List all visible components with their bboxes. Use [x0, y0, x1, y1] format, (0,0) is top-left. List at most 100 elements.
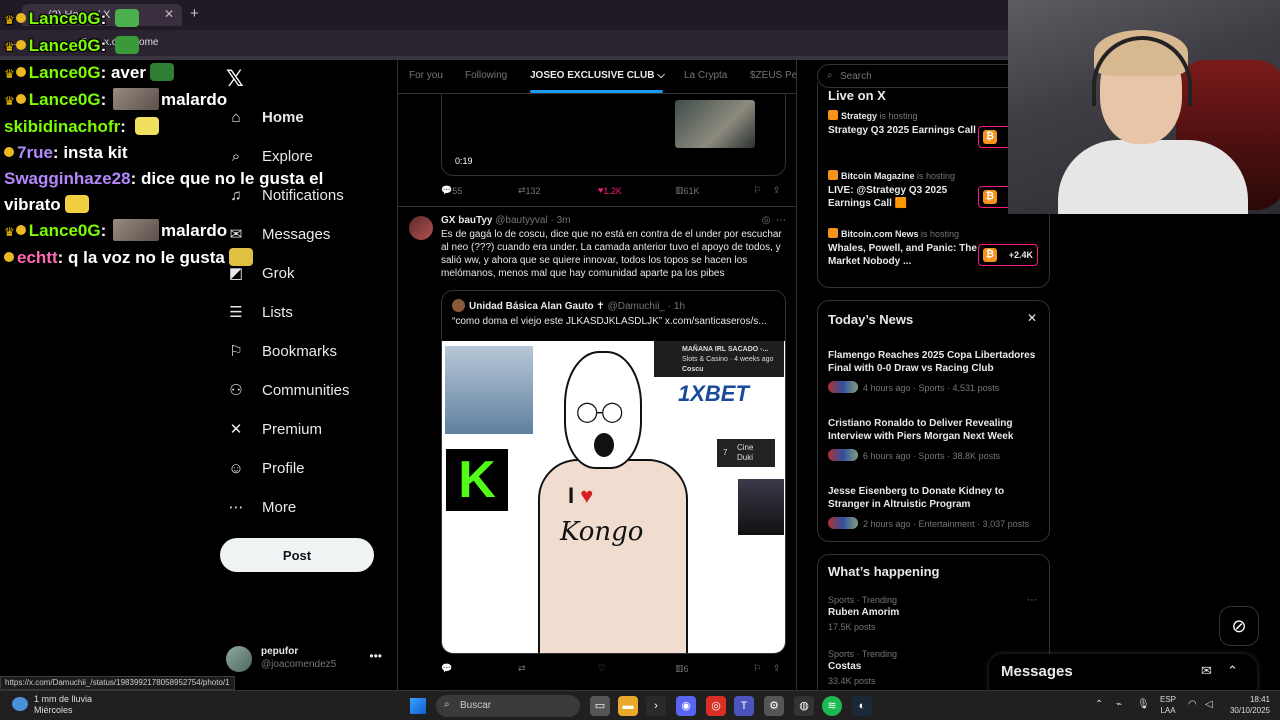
crown-badge-icon: ♛ — [4, 225, 15, 239]
todays-news-card: Today’s News ✕ Flamengo Reaches 2025 Cop… — [817, 300, 1050, 542]
discord-icon[interactable]: ◉ — [676, 696, 696, 716]
more-icon[interactable]: ⋯ — [1027, 595, 1037, 606]
chat-username: Lance0G — [28, 36, 101, 55]
chrome-icon[interactable]: ◎ — [706, 696, 726, 716]
file-explorer-icon[interactable]: ▬ — [618, 696, 638, 716]
chevron-up-icon[interactable]: ⌃ — [1227, 663, 1238, 679]
views-count: 61K — [683, 186, 700, 196]
sub-badge-icon — [15, 13, 26, 23]
news-item-title: Cristiano Ronaldo to Deliver Revealing I… — [828, 418, 1014, 442]
obs-icon[interactable]: ◍ — [794, 696, 814, 716]
tweet-author[interactable]: GX bauTyy — [441, 215, 493, 226]
tweet-time[interactable]: · 3m — [550, 215, 570, 226]
grok-icon: ⊘ — [1231, 616, 1247, 636]
chat-username: echtt — [17, 248, 58, 267]
like-icon[interactable]: ♡ — [598, 663, 606, 674]
spotify-icon[interactable]: ≋ — [822, 696, 842, 716]
chat-message: 7rue: insta kit — [0, 140, 330, 166]
clock[interactable]: 18:41 30/10/2025 — [1222, 694, 1270, 716]
meme-glasses: ◯-◯ — [576, 401, 623, 423]
chat-message: ♛ Lance0G: — [0, 6, 330, 33]
repost-button[interactable]: ⇄ 132 — [518, 185, 541, 196]
bookmark-icon[interactable]: ⚐ — [753, 185, 761, 196]
taskbar-search[interactable]: ⌕ Buscar — [436, 695, 580, 717]
cine-number: 7 — [723, 448, 728, 457]
repost-count: 132 — [525, 186, 541, 196]
chat-username: Lance0G — [28, 63, 101, 82]
grok-icon[interactable]: ◎ — [762, 215, 771, 226]
language-indicator[interactable]: ESP LAA — [1160, 694, 1176, 716]
windows-start-icon[interactable] — [410, 698, 426, 714]
views-button[interactable]: ▥ 61K — [675, 185, 700, 196]
chat-message: echtt: q la voz no le gusta — [0, 245, 330, 271]
tab-zeus[interactable]: $ZEUS Pe — [750, 70, 796, 81]
task-view-icon[interactable]: ▭ — [590, 696, 610, 716]
stream-chat-overlay: ♛ Lance0G: ♛ Lance0G: ♛ Lance0G: aver ♛ Lance… — [0, 6, 330, 271]
premium-icon: ✕ — [229, 421, 243, 438]
clock-time: 18:41 — [1249, 695, 1270, 704]
news-avatars — [828, 381, 858, 393]
quoted-tweet[interactable]: Unidad Básica Alan Gauto ✝ @Damuchii_ · … — [441, 290, 786, 654]
sidebar-item-more[interactable]: ⋯ More — [226, 492, 297, 522]
account-switcher[interactable]: pepufor @joacomendez5 ••• — [226, 644, 386, 674]
steam-icon[interactable]: ◐ — [852, 696, 872, 716]
quote-handle: @Damuchii_ — [607, 301, 665, 312]
tab-following[interactable]: Following — [465, 70, 507, 81]
chat-text: insta kit — [63, 143, 128, 162]
new-message-icon[interactable]: ✉ — [1201, 663, 1212, 679]
views-button[interactable]: ▥ 6 — [675, 663, 689, 674]
crown-badge-icon: ♛ — [4, 13, 15, 27]
news-meta-text: 2 hours ago · Entertainment · 3,037 post… — [863, 519, 1030, 529]
like-button[interactable]: ♥ 1.2K — [598, 185, 622, 196]
sidebar-item-lists[interactable]: ☰ Lists — [226, 297, 293, 327]
tray-mic-icon[interactable]: 🎙 — [1137, 699, 1150, 710]
chat-emote-icon — [149, 63, 174, 81]
sidebar-item-profile[interactable]: ☺ Profile — [226, 453, 304, 483]
reply-icon[interactable]: 💬 — [441, 663, 452, 674]
share-icon[interactable]: ⇪ — [773, 663, 781, 674]
tray-volume-icon[interactable]: ◁ — [1205, 699, 1213, 710]
more-icon[interactable]: ⋯ — [776, 215, 786, 226]
tweet-menu: ◎ ⋯ — [762, 215, 786, 226]
grok-button[interactable]: ⊘ — [1219, 606, 1259, 646]
tab-la-crypta[interactable]: La Crypta — [684, 70, 727, 81]
settings-icon[interactable]: ⚙ — [764, 696, 784, 716]
sidebar-item-communities[interactable]: ⚇ Communities — [226, 375, 349, 405]
chat-message: ♛ Lance0G: malardo — [4, 219, 228, 241]
profile-name: pepufor — [261, 646, 299, 657]
sidebar-item-premium[interactable]: ✕ Premium — [226, 414, 322, 444]
avatar[interactable] — [409, 216, 433, 240]
post-button[interactable]: Post — [220, 538, 374, 572]
tweet-text: Es de gagá lo de coscu, dice que no está… — [441, 229, 782, 279]
tray-network-icon[interactable]: ⌁ — [1116, 699, 1122, 710]
repost-icon[interactable]: ⇄ — [518, 663, 526, 674]
host-name: Bitcoin Magazine — [841, 171, 915, 181]
search-placeholder: Search — [840, 71, 872, 82]
tab-joseo-exclusive-club[interactable]: JOSEO EXCLUSIVE CLUB ⌵ — [530, 70, 665, 81]
tray-wifi-icon[interactable]: ◠ — [1188, 699, 1197, 710]
video-player[interactable]: 0:19 — [441, 94, 786, 176]
sidebar-item-bookmarks[interactable]: ⚐ Bookmarks — [226, 336, 337, 366]
sidebar-item-label: Premium — [262, 420, 323, 438]
teams-icon[interactable]: T — [734, 696, 754, 716]
meme-image[interactable]: K MAÑANA IRL SACADO -... Slots & Casino … — [442, 341, 785, 653]
hosting-label: is hosting — [879, 111, 918, 121]
profile-icon: ☺ — [228, 459, 244, 477]
share-icon[interactable]: ⇪ — [773, 185, 781, 196]
news-meta-text: 4 hours ago · Sports · 4,531 posts — [863, 383, 1000, 393]
reply-button[interactable]: 💬 55 — [441, 185, 462, 196]
profile-handle: @joacomendez5 — [261, 659, 337, 670]
news-meta: 6 hours ago · Sports · 38.8K posts — [828, 449, 1000, 461]
terminal-icon[interactable]: › — [646, 696, 666, 716]
status-link: https://x.com/Damuchii_/status/198399217… — [0, 676, 235, 690]
close-icon[interactable]: ✕ — [1027, 311, 1037, 325]
sub-badge-icon — [15, 225, 26, 235]
messages-drawer[interactable]: Messages ✉ ⌃ — [989, 654, 1257, 694]
weather-widget[interactable]: 1 mm de lluvia Miércoles — [12, 694, 92, 716]
tweet-handle[interactable]: @bautyyval — [495, 215, 547, 226]
tray-chevron-icon[interactable]: ⌃ — [1095, 699, 1103, 710]
tab-for-you[interactable]: For you — [409, 70, 443, 81]
bookmark-icon[interactable]: ⚐ — [753, 663, 761, 674]
more-icon[interactable]: ••• — [369, 649, 382, 663]
meme-i-love: I ♥ — [568, 483, 593, 509]
